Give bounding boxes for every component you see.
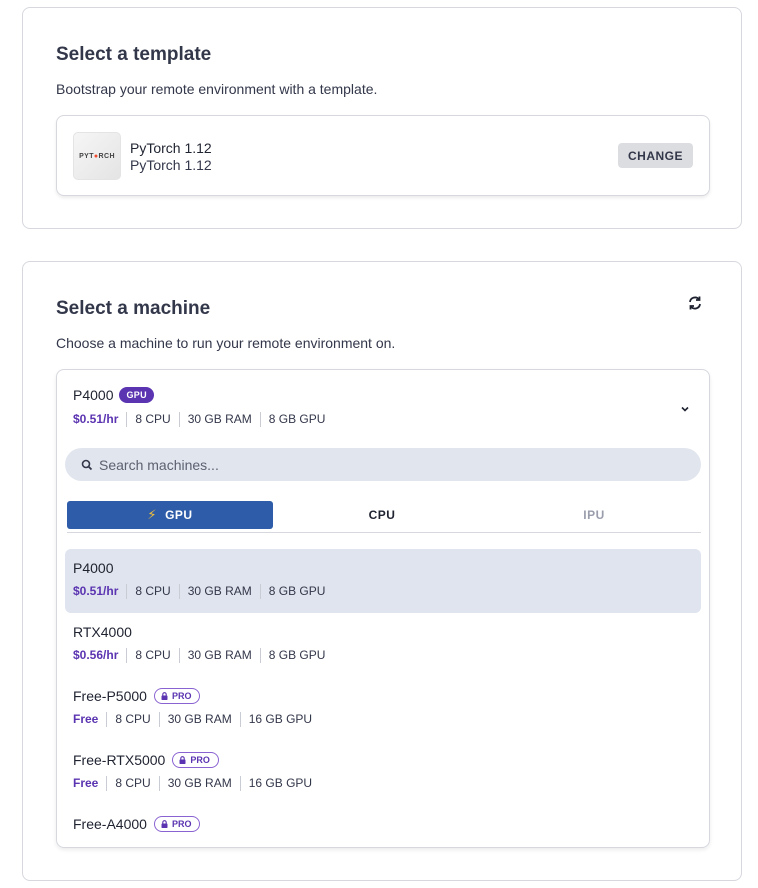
- machine-price: $0.56/hr: [73, 648, 128, 663]
- machine-list-item[interactable]: Free-RTX5000 PRO Free 8 CPU 30 GB RAM 16…: [65, 741, 701, 805]
- machine-price: $0.51/hr: [73, 412, 128, 427]
- machine-list-item[interactable]: Free-A4000 PRO: [65, 805, 701, 845]
- tab-gpu[interactable]: ⚡ GPU: [67, 501, 273, 529]
- tab-gpu-label: GPU: [165, 508, 193, 522]
- machine-ram: 30 GB RAM: [180, 584, 261, 599]
- machine-gpu: 8 GB GPU: [268, 648, 326, 662]
- machine-name: Free-A4000: [73, 816, 147, 832]
- machine-ram: 30 GB RAM: [160, 712, 241, 727]
- selected-template: PYT ● RCH PyTorch 1.12 PyTorch 1.12 CHANGE: [56, 115, 710, 196]
- machine-name: Free-RTX5000: [73, 752, 166, 768]
- machine-cpu: 8 CPU: [107, 712, 160, 727]
- machine-section-subtitle: Choose a machine to run your remote envi…: [56, 335, 396, 351]
- search-box: [65, 448, 701, 481]
- lock-icon: [161, 692, 168, 700]
- template-name: PyTorch 1.12: [130, 140, 212, 156]
- pro-badge: PRO: [153, 688, 201, 704]
- chevron-down-icon[interactable]: [679, 403, 691, 415]
- machine-gpu: 16 GB GPU: [248, 776, 313, 790]
- machine-list-item[interactable]: RTX4000 $0.56/hr 8 CPU 30 GB RAM 8 GB GP…: [65, 613, 701, 677]
- lock-icon: [161, 820, 168, 828]
- machine-dropdown: P4000 GPU $0.51/hr 8 CPU 30 GB RAM 8 GB …: [56, 369, 710, 848]
- selected-machine-name: P4000: [73, 387, 114, 403]
- bolt-icon: ⚡: [147, 507, 158, 522]
- search-icon: [81, 459, 93, 470]
- machine-card: Select a machine Choose a machine to run…: [22, 261, 742, 881]
- machine-cpu: 8 CPU: [127, 412, 180, 427]
- machine-price: $0.51/hr: [73, 584, 128, 599]
- machine-name: Free-P5000: [73, 688, 147, 704]
- machine-cpu: 8 CPU: [127, 584, 180, 599]
- template-card: Select a template Bootstrap your remote …: [22, 7, 742, 229]
- machine-list-item[interactable]: P4000 $0.51/hr 8 CPU 30 GB RAM 8 GB GPU: [65, 549, 701, 613]
- pro-badge: PRO: [172, 752, 219, 768]
- pytorch-logo: PYT ● RCH: [73, 132, 121, 180]
- gpu-badge: GPU: [119, 387, 154, 403]
- machine-ram: 30 GB RAM: [180, 412, 261, 427]
- machine-price: Free: [73, 712, 108, 727]
- template-section-title: Select a template: [56, 44, 212, 65]
- machine-section-title: Select a machine: [56, 298, 211, 319]
- machine-type-tabs: ⚡ GPU CPU IPU: [67, 500, 701, 533]
- search-input[interactable]: [99, 456, 659, 473]
- tab-cpu[interactable]: CPU: [279, 501, 485, 529]
- lock-icon: [179, 756, 186, 764]
- machine-gpu: 8 GB GPU: [268, 584, 326, 598]
- tab-ipu[interactable]: IPU: [491, 501, 697, 529]
- machine-gpu: 16 GB GPU: [248, 712, 313, 726]
- machine-price: Free: [73, 776, 108, 791]
- machine-name: RTX4000: [73, 624, 132, 640]
- refresh-icon[interactable]: [687, 295, 703, 311]
- machine-list: P4000 $0.51/hr 8 CPU 30 GB RAM 8 GB GPU …: [65, 549, 701, 845]
- machine-gpu: 8 GB GPU: [268, 412, 326, 426]
- machine-list-item[interactable]: Free-P5000 PRO Free 8 CPU 30 GB RAM 16 G…: [65, 677, 701, 741]
- pro-badge: PRO: [153, 816, 201, 832]
- selected-machine-specs: $0.51/hr 8 CPU 30 GB RAM 8 GB GPU: [73, 412, 333, 427]
- machine-ram: 30 GB RAM: [160, 776, 241, 791]
- change-template-button[interactable]: CHANGE: [618, 143, 693, 168]
- template-section-subtitle: Bootstrap your remote environment with a…: [56, 81, 378, 97]
- machine-name: P4000: [73, 560, 114, 576]
- machine-cpu: 8 CPU: [107, 776, 160, 791]
- machine-cpu: 8 CPU: [127, 648, 180, 663]
- selected-machine[interactable]: P4000 GPU: [73, 387, 154, 403]
- machine-ram: 30 GB RAM: [180, 648, 261, 663]
- template-description: PyTorch 1.12: [130, 157, 212, 173]
